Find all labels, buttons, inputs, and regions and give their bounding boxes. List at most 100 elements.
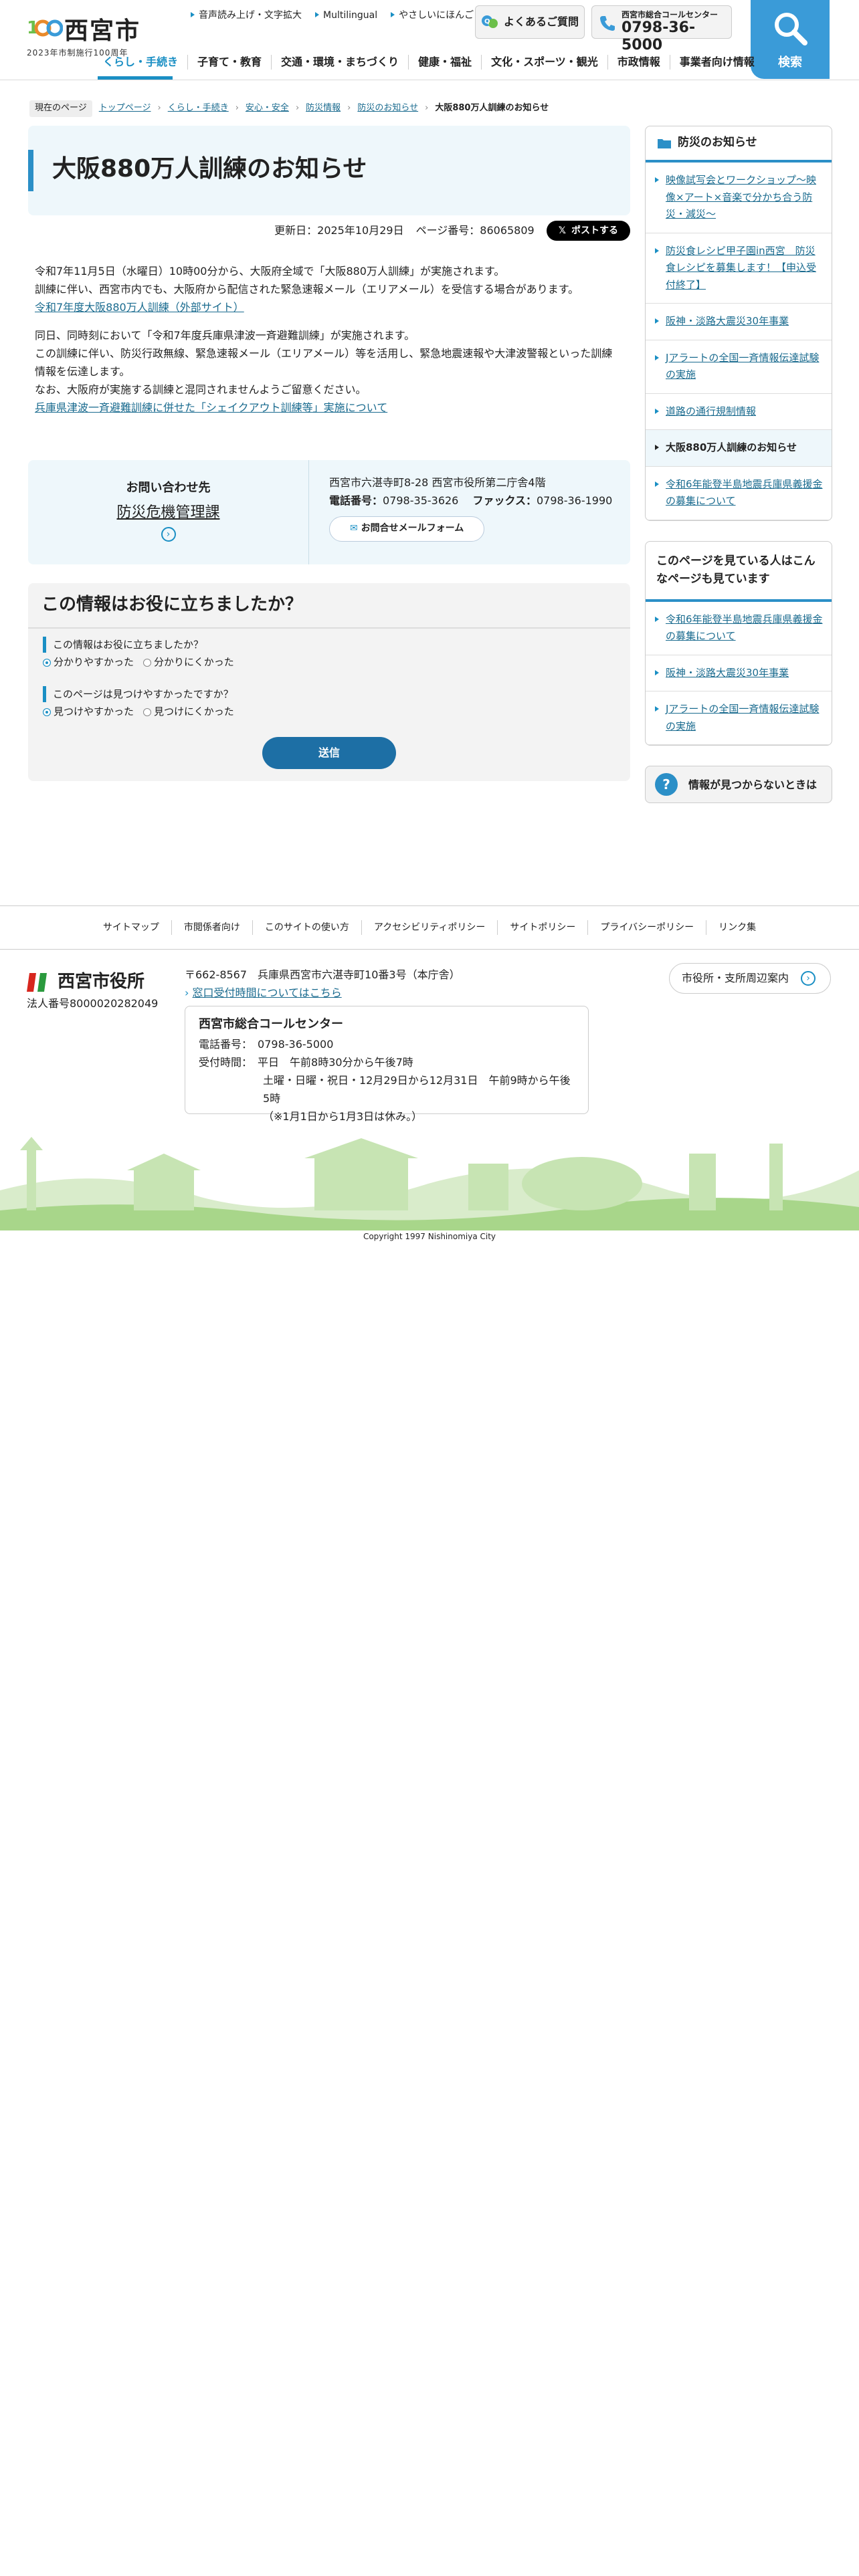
radio-dot xyxy=(143,658,152,667)
footer-address: 〒662-8567 兵庫県西宮市六湛寺町10番3号（本庁舎） xyxy=(185,968,460,981)
util-link-easy-japanese[interactable]: やさしいにほんご xyxy=(391,8,474,23)
submit-button[interactable]: 送信 xyxy=(262,737,396,769)
cc-title: 西宮市総合コールセンター xyxy=(199,1017,343,1031)
sidebar-item[interactable]: Jアラートの全国一斉情報伝達試験の実施 xyxy=(646,340,832,394)
contact-dept-area: お問い合わせ先 防災危機管理課 › xyxy=(28,460,309,564)
radio-label: 分かりやすかった xyxy=(54,656,134,668)
footer-link[interactable]: サイトポリシー xyxy=(497,920,587,936)
contact-phone-fax: 電話番号：0798-35-3626 ファックス：0798-36-1990 xyxy=(329,492,612,510)
footer-org-name: 西宮市役所 xyxy=(58,972,145,992)
contact-label: お問い合わせ先 xyxy=(126,481,211,495)
radio-hard-find[interactable]: 見つけにくかった xyxy=(143,704,234,720)
radio-easy-find[interactable]: 見つけやすかった xyxy=(43,704,134,720)
breadcrumb-item[interactable]: 防災情報 xyxy=(306,102,341,116)
survey-options-2: 見つけやすかった 見つけにくかった xyxy=(43,704,234,720)
radio-dot xyxy=(43,658,51,667)
related-item[interactable]: 令和6年能登半島地震兵庫県義援金の募集について xyxy=(646,602,832,655)
osaka-training-link[interactable]: 令和7年度大阪880万人訓練（外部サイト） xyxy=(35,301,244,314)
related-item[interactable]: Jアラートの全国一斉情報伝達試験の実施 xyxy=(646,691,832,746)
survey-question-2: このページは見つけやすかったですか？ xyxy=(43,686,233,702)
footer-link[interactable]: このサイトの使い方 xyxy=(252,920,361,936)
fax-label: ファックス： xyxy=(472,494,537,508)
sidebar-item[interactable]: 道路の通行規制情報 xyxy=(646,394,832,430)
chevron-right-icon: › xyxy=(235,103,239,113)
page-number: ページ番号：86065809 xyxy=(415,224,535,237)
question-icon: ? xyxy=(655,773,678,796)
survey-question-1: この情報はお役に立ちましたか？ xyxy=(43,637,203,653)
faq-label: よくあるご質問 xyxy=(503,15,579,29)
sidebar-item[interactable]: 防災食レシピ甲子園in西宮 防災食レシピを募集します！【申込受付終了】 xyxy=(646,233,832,304)
call-center-button[interactable]: 西宮市総合コールセンター 0798-36-5000 xyxy=(591,5,732,53)
contact-details: 西宮市六湛寺町8-28 西宮市役所第二庁舎4階 電話番号：0798-35-362… xyxy=(329,473,612,542)
site-logo[interactable]: 1 西宮市 2023年市制施行100周年 xyxy=(27,12,140,58)
text-line: 同日、同時刻において「令和7年度兵庫県津波一斉避難訓練」が実施されます。 xyxy=(35,328,415,342)
svg-text:Q: Q xyxy=(484,18,490,25)
breadcrumb-item[interactable]: 安心・安全 xyxy=(246,102,289,116)
sidebar-item[interactable]: 令和6年能登半島地震兵庫県義援金の募集について xyxy=(646,467,832,520)
mail-form-button[interactable]: ✉ お問合せメールフォーム xyxy=(329,516,485,542)
footer-link[interactable]: 市閲係者向け xyxy=(171,920,252,936)
gnav-item-culture[interactable]: 文化・スポーツ・観光 xyxy=(481,55,607,70)
mail-form-label: お問合せメールフォーム xyxy=(361,523,464,534)
shakeout-link[interactable]: 兵庫県津波一斉避難訓練に併せた「シェイクアウト訓練等」実施について xyxy=(35,401,387,414)
gnav-item-childcare[interactable]: 子育て・教育 xyxy=(187,55,271,70)
contact-dept-link[interactable]: 防災危機管理課 xyxy=(28,501,308,524)
corporate-number: 法人番号8000020282049 xyxy=(27,997,159,1010)
sidebar-item-current: 大阪880万人訓練のお知らせ xyxy=(646,430,832,467)
global-nav: くらし・手続き 子育て・教育 交通・環境・まちづくり 健康・福祉 文化・スポーツ… xyxy=(94,55,764,70)
text-line: この訓練に伴い、防災行政無線、緊急速報メール（エリアメール）等を活用し、緊急地震… xyxy=(35,346,613,360)
util-link-multilingual[interactable]: Multilingual xyxy=(315,8,377,23)
sidebar-disaster-news: 防災のお知らせ 映像試写会とワークショップ～映像×アート×音楽で分かち合う防災・… xyxy=(645,126,832,521)
hours-link[interactable]: 窓口受付時間についてはこちら xyxy=(193,986,342,999)
gnav-item-city-info[interactable]: 市政情報 xyxy=(607,55,670,70)
article-body: 令和7年11月5日（水曜日）10時00分から、大阪府全域で「大阪880万人訓練」… xyxy=(35,262,624,427)
speech-bubbles-icon: Q xyxy=(481,15,498,28)
breadcrumb: 現在のページ トップページ › くらし・手続き › 安心・安全 › 防災情報 ›… xyxy=(29,100,549,117)
footer-logo: 西宮市役所 xyxy=(27,968,145,996)
not-found-label: 情報が見つからないときは xyxy=(688,778,818,791)
copyright: Copyright 1997 Nishinomiya City xyxy=(363,1232,496,1241)
gnav-item-health[interactable]: 健康・福祉 xyxy=(408,55,481,70)
breadcrumb-item[interactable]: 防災のお知らせ xyxy=(357,102,418,116)
text-line: 情報を伝達します。 xyxy=(35,364,130,378)
cc-phone: 0798-36-5000 xyxy=(258,1037,334,1051)
chevron-right-icon: › xyxy=(425,103,429,113)
footer-link[interactable]: リンク集 xyxy=(706,920,768,936)
x-post-button[interactable]: 𝕏 ポストする xyxy=(546,221,630,241)
survey-form: この情報はお役に立ちましたか？ この情報はお役に立ちましたか？ 分かりやすかった… xyxy=(28,583,630,781)
not-found-button[interactable]: ? 情報が見つからないときは xyxy=(645,766,832,804)
radio-useful[interactable]: 分かりやすかった xyxy=(43,654,134,670)
related-item[interactable]: 阪神・淡路大震災30年事業 xyxy=(646,655,832,692)
phone-icon xyxy=(600,16,615,31)
x-post-label: ポストする xyxy=(571,225,618,236)
utility-links: 音声読み上げ・文字拡大 Multilingual やさしいにほんご xyxy=(191,8,474,23)
faq-button[interactable]: Q よくあるご質問 xyxy=(475,5,585,39)
sidebar-item[interactable]: 阪神・淡路大震災30年事業 xyxy=(646,304,832,340)
sidebar-head-label: 防災のお知らせ xyxy=(678,136,757,150)
anniversary-logo-icon: 1 xyxy=(27,18,63,38)
sidebar-head: 防災のお知らせ xyxy=(646,126,832,163)
page-meta: 更新日：2025年10月29日 ページ番号：86065809 𝕏 ポストする xyxy=(274,221,630,241)
text-line: なお、大阪府が実施する訓練と混同されませんようご留意ください。 xyxy=(35,383,367,397)
x-logo-icon: 𝕏 xyxy=(558,225,566,236)
mail-icon: ✉ xyxy=(350,523,358,534)
radio-not-useful[interactable]: 分かりにくかった xyxy=(143,654,234,670)
footer-link[interactable]: プライバシーポリシー xyxy=(587,920,706,936)
gnav-item-transport[interactable]: 交通・環境・まちづくり xyxy=(271,55,408,70)
chevron-right-icon: › xyxy=(185,986,189,1000)
survey-options-1: 分かりやすかった 分かりにくかった xyxy=(43,654,234,670)
footer-link[interactable]: アクセシビリティポリシー xyxy=(361,920,497,936)
main-content: 大阪880万人訓練のお知らせ 更新日：2025年10月29日 ページ番号：860… xyxy=(28,126,630,781)
cc-hours-weekday: 平日 午前8時30分から午後7時 xyxy=(258,1055,413,1069)
chevron-right-icon[interactable]: › xyxy=(161,526,176,542)
util-link-voice[interactable]: 音声読み上げ・文字拡大 xyxy=(191,8,302,23)
radio-label: 見つけにくかった xyxy=(154,706,234,718)
sidebar-item[interactable]: 映像試写会とワークショップ～映像×アート×音楽で分かち合う防災・減災～ xyxy=(646,163,832,233)
folder-icon xyxy=(658,139,671,148)
breadcrumb-item[interactable]: くらし・手続き xyxy=(168,102,229,116)
footer-link[interactable]: サイトマップ xyxy=(91,920,171,935)
gnav-item-business[interactable]: 事業者向け情報 xyxy=(669,55,764,70)
gnav-item-living[interactable]: くらし・手続き xyxy=(94,55,187,70)
office-guide-button[interactable]: 市役所・支所周辺案内 › xyxy=(669,963,831,994)
breadcrumb-item[interactable]: トップページ xyxy=(99,102,151,116)
